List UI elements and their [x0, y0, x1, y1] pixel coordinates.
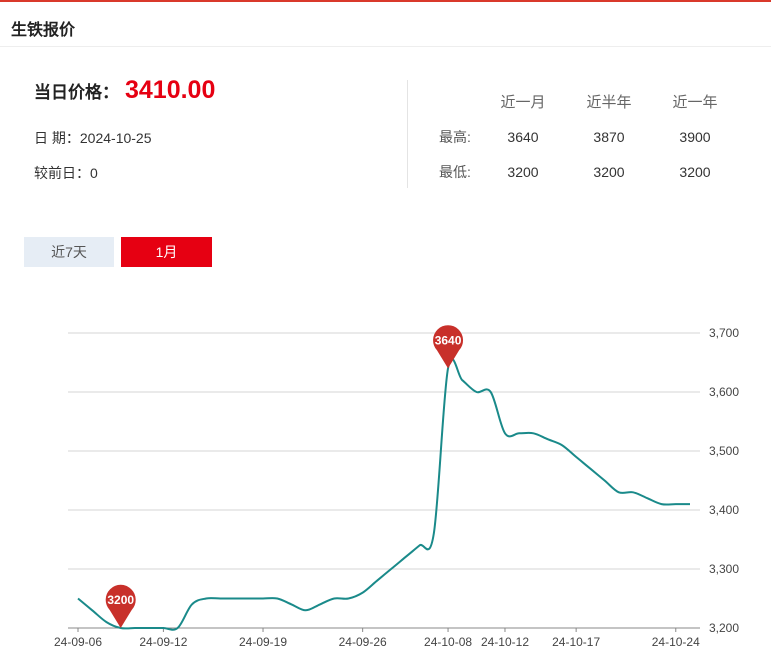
x-tick-label: 24-10-17 — [552, 635, 600, 649]
x-tick-label: 24-10-08 — [424, 635, 472, 649]
price-line-chart: 3,200 3,300 3,400 3,500 3,600 3,700 24-09-06 24… — [54, 325, 739, 649]
annotation-label: 3200 — [107, 593, 134, 607]
x-tick-label: 24-10-24 — [652, 635, 700, 649]
series-line — [77, 358, 690, 631]
x-tick-label: 24-09-06 — [54, 635, 102, 649]
y-tick-label: 3,700 — [709, 326, 739, 340]
y-tick-label: 3,600 — [709, 385, 739, 399]
y-tick-label: 3,500 — [709, 444, 739, 458]
x-tick-label: 24-09-26 — [339, 635, 387, 649]
y-tick-label: 3,300 — [709, 562, 739, 576]
x-tick-label: 24-09-19 — [239, 635, 287, 649]
y-tick-label: 3,200 — [709, 621, 739, 635]
y-tick-label: 3,400 — [709, 503, 739, 517]
x-tick-label: 24-10-12 — [481, 635, 529, 649]
x-tick-label: 24-09-12 — [139, 635, 187, 649]
annotation-label: 3640 — [435, 333, 462, 347]
